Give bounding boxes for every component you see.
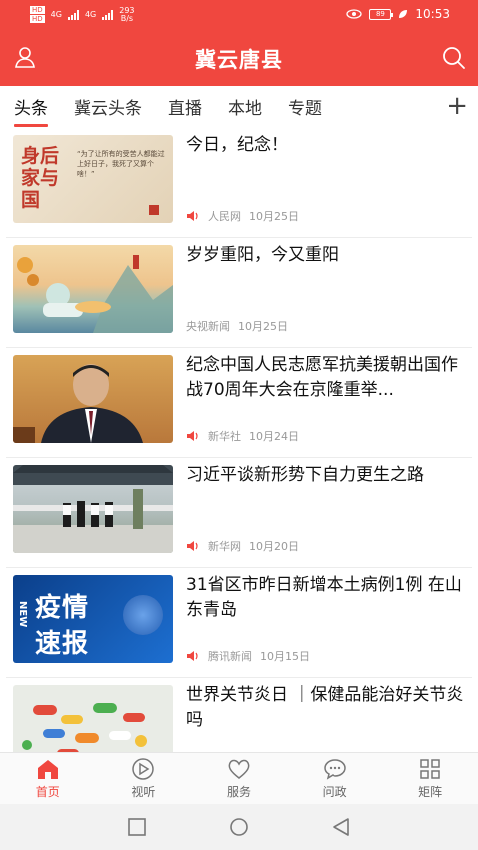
tab-toutiao[interactable]: 头条 [14,94,48,127]
article-item[interactable]: 身后家与国 “为了让所有的受苦人都能过上好日子，我死了又算个啥！” 今日，纪念！… [6,128,472,238]
leaf-icon [399,10,408,18]
article-thumbnail: 身后家与国 “为了让所有的受苦人都能过上好日子，我死了又算个啥！” [13,135,173,223]
eye-icon [346,9,363,19]
clock: 10:53 [415,7,450,21]
article-thumbnail [13,245,173,333]
article-item[interactable]: 世界关节炎日 ｜保健品能治好关节炎吗 [6,678,472,752]
article-source: 腾讯新闻 [208,650,252,663]
thumb-calligraphy: 身后家与国 [21,145,60,211]
nav-service[interactable]: 服务 [191,753,287,804]
speaker-icon[interactable] [186,210,200,222]
article-item[interactable]: NEW 疫情 速报 31省区市昨日新增本土病例1例 在山东青岛 腾讯新闻 10月… [6,568,472,678]
app-header: 冀云唐县 [0,36,478,82]
chongyang-illustration [17,255,173,333]
article-list: 身后家与国 “为了让所有的受苦人都能过上好日子，我死了又算个啥！” 今日，纪念！… [0,128,478,752]
recent-apps-icon[interactable] [126,816,148,838]
nav-service-label: 服务 [226,785,251,799]
chat-icon [323,759,346,780]
thumb-line1: 疫情 [35,593,90,623]
tab-topics[interactable]: 专题 [288,94,322,119]
sim1-label: HD [30,6,45,14]
article-thumbnail [13,355,173,443]
article-thumbnail: NEW 疫情 速报 [13,575,173,663]
net1-label: 4G [50,10,62,19]
nav-matrix[interactable]: 矩阵 [382,753,478,804]
channel-tabs: 头条 冀云头条 直播 本地 专题 + [0,86,478,127]
article-source: 新华网 [208,540,241,553]
article-thumbnail [13,685,173,752]
article-date: 10月25日 [238,320,288,333]
nav-home-label: 首页 [35,785,60,799]
home-button-icon[interactable] [228,816,250,838]
visit-photo [13,465,173,553]
add-channel-button[interactable]: + [446,93,468,119]
pills-photo [22,703,147,752]
article-item[interactable]: 习近平谈新形势下自力更生之路 新华网 10月20日 [6,458,472,568]
bottom-nav: 首页 视听 服务 问政 矩阵 [0,752,478,804]
article-meta: 央视新闻 10月25日 [186,318,288,334]
app-topbar: HD HD 4G 4G 293 B/s 89 10:53 冀云唐县 [0,0,478,86]
net-speed: 293 B/s [119,6,134,23]
battery-icon: 89 [369,8,394,20]
thumb-quote: “为了让所有的受苦人都能过上好日子，我死了又算个啥！” [77,150,165,178]
home-icon [37,760,58,779]
article-title: 今日，纪念！ [186,135,288,155]
tab-live[interactable]: 直播 [168,94,202,119]
article-title: 31省区市昨日新增本土病例1例 在山东青岛 [186,575,462,620]
article-thumbnail [13,465,173,553]
article-source: 央视新闻 [186,320,230,333]
article-date: 10月20日 [249,540,299,553]
article-title: 习近平谈新形势下自力更生之路 [186,465,424,485]
nav-video[interactable]: 视听 [96,753,192,804]
sim2-label: HD [30,15,45,23]
article-title: 纪念中国人民志愿军抗美援朝出国作战70周年大会在京隆重举... [186,355,458,400]
article-meta: 腾讯新闻 10月15日 [186,648,310,664]
article-item[interactable]: 岁岁重阳，今又重阳 央视新闻 10月25日 [6,238,472,348]
article-meta: 新华社 10月24日 [186,428,299,444]
battery-level: 89 [375,9,385,18]
nav-matrix-label: 矩阵 [418,785,443,799]
article-date: 10月25日 [249,210,299,223]
seal-stamp [149,205,159,215]
article-source: 人民网 [208,210,241,223]
article-item[interactable]: 纪念中国人民志愿军抗美援朝出国作战70周年大会在京隆重举... 新华社 10月2… [6,348,472,458]
system-nav-bar [0,804,478,850]
play-icon [132,758,155,780]
signal2-icon [102,9,114,20]
article-meta: 人民网 10月25日 [186,208,299,224]
net-speed-unit: B/s [120,13,134,23]
article-title: 世界关节炎日 ｜保健品能治好关节炎吗 [186,685,464,730]
speaker-icon[interactable] [186,650,200,662]
article-source: 新华社 [208,430,241,443]
speaker-icon[interactable] [186,540,200,552]
net2-label: 4G [84,10,97,19]
grid-icon [420,759,440,779]
thumb-new-label: NEW [17,601,28,628]
thumb-line2: 速报 [35,629,90,659]
speaker-photo [13,364,143,443]
virus-graphic [123,595,163,635]
article-date: 10月24日 [249,430,299,443]
search-icon[interactable] [442,46,466,70]
status-bar: HD HD 4G 4G 293 B/s 89 10:53 [0,0,478,32]
article-meta: 新华网 10月20日 [186,538,299,554]
article-title: 岁岁重阳，今又重阳 [186,245,339,265]
nav-wenzheng-label: 问政 [322,785,347,799]
nav-wenzheng[interactable]: 问政 [287,753,383,804]
heart-icon [228,759,250,779]
tab-jiyun-toutiao[interactable]: 冀云头条 [74,94,142,119]
speaker-icon[interactable] [186,430,200,442]
nav-video-label: 视听 [131,785,156,799]
app-title: 冀云唐县 [195,48,283,72]
nav-home[interactable]: 首页 [0,753,96,804]
signal1-icon [67,9,79,20]
back-icon[interactable] [330,816,352,838]
article-date: 10月15日 [260,650,310,663]
tab-local[interactable]: 本地 [228,94,262,119]
